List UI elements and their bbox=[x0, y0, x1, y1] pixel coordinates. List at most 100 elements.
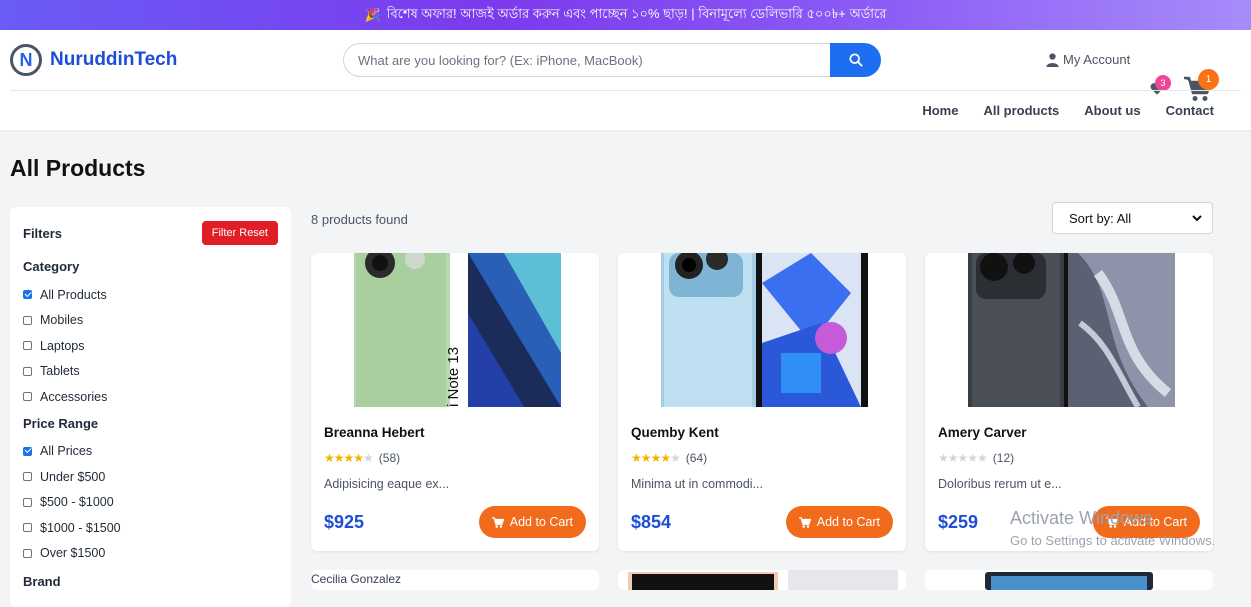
product-image[interactable]: i Note 13 bbox=[354, 253, 561, 407]
product-name[interactable]: Breanna Hebert bbox=[324, 425, 425, 440]
my-account-link[interactable]: My Account bbox=[1046, 52, 1130, 67]
brand-name: NuruddinTech bbox=[50, 49, 178, 70]
category-option-mobiles[interactable]: Mobiles bbox=[23, 308, 278, 334]
filter-reset-button[interactable]: Filter Reset bbox=[201, 221, 278, 245]
price-option-1000-1500[interactable]: $1000 - $1500 bbox=[23, 515, 278, 541]
product-image[interactable] bbox=[968, 253, 1175, 407]
checkbox[interactable] bbox=[23, 392, 32, 402]
windows-activation-watermark: Activate Windows Go to Settings to activ… bbox=[1010, 508, 1215, 548]
product-description: Adipisicing eaque ex... bbox=[324, 477, 450, 491]
logo[interactable]: N NuruddinTech bbox=[10, 44, 177, 76]
product-card[interactable]: Amery Carver ★★★★★ (12) Doloribus rerum … bbox=[925, 253, 1213, 551]
nav-about-us[interactable]: About us bbox=[1084, 103, 1140, 118]
product-description: Doloribus rerum ut e... bbox=[938, 477, 1062, 491]
price-option-all[interactable]: All Prices bbox=[23, 439, 278, 465]
cart-icon bbox=[491, 516, 504, 528]
header-shadow bbox=[0, 130, 1251, 132]
product-card[interactable] bbox=[618, 570, 906, 590]
category-option-laptops[interactable]: Laptops bbox=[23, 333, 278, 359]
watermark-line2: Go to Settings to activate Windows. bbox=[1010, 533, 1216, 548]
checkbox[interactable] bbox=[23, 290, 32, 300]
cart-icon bbox=[798, 516, 811, 528]
category-heading: Category bbox=[23, 259, 80, 274]
checkbox[interactable] bbox=[23, 523, 32, 533]
logo-icon: N bbox=[10, 44, 42, 76]
review-count: (64) bbox=[685, 451, 708, 465]
user-icon bbox=[1046, 52, 1059, 67]
product-price: $854 bbox=[631, 512, 672, 532]
product-card[interactable] bbox=[925, 570, 1213, 590]
page-title: All Products bbox=[10, 155, 146, 181]
filters-title: Filters bbox=[23, 225, 63, 241]
products-found-count: 8 products found bbox=[311, 212, 408, 227]
party-popper-icon: 🎉 bbox=[364, 7, 381, 22]
brand-heading: Brand bbox=[23, 574, 61, 589]
checkbox[interactable] bbox=[23, 497, 32, 507]
product-price: $925 bbox=[324, 512, 365, 532]
checkbox[interactable] bbox=[23, 446, 32, 456]
option-label: $1000 - $1500 bbox=[40, 520, 121, 535]
option-label: Tablets bbox=[40, 364, 80, 379]
product-description: Minima ut in commodi... bbox=[631, 477, 763, 491]
option-label: Mobiles bbox=[40, 313, 84, 328]
nav-all-products[interactable]: All products bbox=[983, 103, 1059, 118]
promo-banner: 🎉 বিশেষ অফার! আজই অর্ডার করুন এবং পাচ্ছে… bbox=[0, 0, 1251, 30]
product-image[interactable] bbox=[661, 253, 868, 407]
cart-count-badge: 1 bbox=[1198, 69, 1219, 90]
add-to-cart-label: Add to Cart bbox=[816, 515, 880, 529]
category-option-accessories[interactable]: Accessories bbox=[23, 384, 278, 410]
product-card[interactable]: Quemby Kent ★★★★★ (64) Minima ut in comm… bbox=[618, 253, 906, 551]
star-rating-icon: ★★★★★ bbox=[631, 451, 681, 465]
option-label: All Products bbox=[40, 287, 107, 302]
star-rating-icon: ★★★★★ bbox=[324, 451, 374, 465]
product-rating: ★★★★★ (64) bbox=[631, 451, 707, 465]
checkbox[interactable] bbox=[23, 341, 32, 351]
checkbox[interactable] bbox=[23, 366, 32, 376]
option-label: All Prices bbox=[40, 444, 93, 459]
search-input[interactable] bbox=[343, 43, 830, 77]
checkbox[interactable] bbox=[23, 315, 32, 325]
promo-text: বিশেষ অফার! আজই অর্ডার করুন এবং পাচ্ছেন … bbox=[386, 5, 887, 21]
price-range-heading: Price Range bbox=[23, 415, 99, 431]
product-price: $259 bbox=[938, 512, 979, 532]
search-button[interactable] bbox=[830, 43, 881, 77]
product-card[interactable]: i Note 13 Breanna Hebert ★★★★★ (58) Adip… bbox=[311, 253, 599, 551]
wishlist-count-badge: 3 bbox=[1155, 75, 1171, 91]
chevron-down-icon bbox=[1192, 214, 1202, 221]
add-to-cart-label: Add to Cart bbox=[509, 515, 573, 529]
search-icon bbox=[848, 53, 863, 67]
option-label: Accessories bbox=[40, 389, 108, 404]
nav-home[interactable]: Home bbox=[922, 103, 958, 118]
option-label: Under $500 bbox=[40, 469, 106, 484]
category-option-tablets[interactable]: Tablets bbox=[23, 359, 278, 385]
star-rating-icon: ★★★★★ bbox=[938, 451, 988, 465]
sort-select[interactable]: Sort by: All bbox=[1052, 202, 1213, 234]
price-option-over-1500[interactable]: Over $1500 bbox=[23, 541, 278, 567]
add-to-cart-button[interactable]: Add to Cart bbox=[478, 506, 586, 538]
header-divider bbox=[10, 90, 1241, 91]
product-card[interactable]: Cecilia Gonzalez bbox=[311, 570, 599, 590]
image-text: i Note 13 bbox=[445, 347, 462, 407]
search-bar bbox=[343, 43, 881, 77]
review-count: (12) bbox=[992, 451, 1015, 465]
product-rating: ★★★★★ (12) bbox=[938, 451, 1014, 465]
checkbox[interactable] bbox=[23, 548, 32, 558]
add-to-cart-button[interactable]: Add to Cart bbox=[785, 506, 893, 538]
option-label: $500 - $1000 bbox=[40, 495, 114, 510]
price-option-500-1000[interactable]: $500 - $1000 bbox=[23, 490, 278, 516]
product-rating: ★★★★★ (58) bbox=[324, 451, 400, 465]
watermark-line1: Activate Windows bbox=[1010, 508, 1153, 528]
checkbox[interactable] bbox=[23, 472, 32, 482]
site-header: N NuruddinTech My Account 3 1 Home All p… bbox=[0, 30, 1251, 130]
filter-panel: Filters Filter Reset Category All Produc… bbox=[10, 207, 291, 607]
my-account-label: My Account bbox=[1063, 52, 1131, 67]
sort-value: Sort by: All bbox=[1069, 210, 1132, 226]
price-option-under-500[interactable]: Under $500 bbox=[23, 464, 278, 490]
broken-image-alt: Cecilia Gonzalez bbox=[311, 572, 402, 586]
product-name[interactable]: Quemby Kent bbox=[631, 425, 719, 440]
category-option-all[interactable]: All Products bbox=[23, 282, 278, 308]
main-nav: Home All products About us Contact bbox=[922, 103, 1214, 118]
product-name[interactable]: Amery Carver bbox=[938, 425, 1027, 440]
review-count: (58) bbox=[378, 451, 401, 465]
nav-contact[interactable]: Contact bbox=[1166, 103, 1214, 118]
